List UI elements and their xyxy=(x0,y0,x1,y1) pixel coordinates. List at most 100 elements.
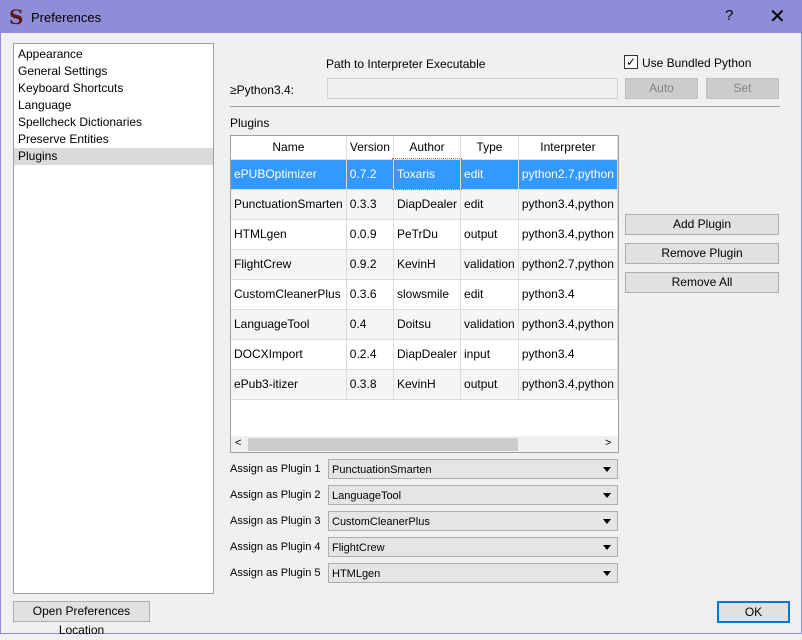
sidebar-item-language[interactable]: Language xyxy=(14,97,213,114)
add-plugin-button[interactable]: Add Plugin xyxy=(625,214,779,235)
chevron-down-icon xyxy=(603,571,611,576)
dropdown-value: FlightCrew xyxy=(332,542,385,554)
chevron-down-icon xyxy=(603,519,611,524)
cell-author: DiapDealer xyxy=(393,339,462,370)
cell-name: PunctuationSmarten xyxy=(231,189,347,220)
cell-type: input xyxy=(460,339,519,370)
use-bundled-python-checkbox[interactable]: ✓ xyxy=(624,55,638,69)
cell-version: 0.9.2 xyxy=(346,249,394,280)
assign-plugin-4-label: Assign as Plugin 4 xyxy=(230,541,321,553)
assign-plugin-2-dropdown[interactable]: LanguageTool xyxy=(328,485,618,505)
cell-interpreter: python3.4 xyxy=(518,339,618,370)
cell-name: LanguageTool xyxy=(231,309,347,340)
assign-plugin-1-label: Assign as Plugin 1 xyxy=(230,463,321,475)
remove-all-button[interactable]: Remove All xyxy=(625,272,779,293)
cell-interpreter: python2.7,python xyxy=(518,249,618,280)
cell-name: FlightCrew xyxy=(231,249,347,280)
cell-name: ePub3-itizer xyxy=(231,369,347,400)
table-row[interactable]: HTMLgen 0.0.9 PeTrDu output python3.4,python xyxy=(231,219,618,250)
auto-button[interactable]: Auto xyxy=(625,78,698,99)
column-header-author[interactable]: Author xyxy=(393,136,462,160)
column-header-name[interactable]: Name xyxy=(231,136,347,160)
cell-interpreter: python3.4,python xyxy=(518,219,618,250)
assign-plugin-1-dropdown[interactable]: PunctuationSmarten xyxy=(328,459,618,479)
plugins-table[interactable]: Name Version Author Type Interpreter ePUBOpt… xyxy=(230,135,619,453)
sidebar-item-preserve-entities[interactable]: Preserve Entities xyxy=(14,131,213,148)
scroll-right-icon[interactable]: > xyxy=(605,437,611,449)
plugins-label: Plugins xyxy=(230,116,270,130)
assign-plugin-2-label: Assign as Plugin 2 xyxy=(230,489,321,501)
ok-button[interactable]: OK xyxy=(717,601,790,623)
open-preferences-location-button[interactable]: Open Preferences Location xyxy=(13,601,150,637)
column-header-interpreter[interactable]: Interpreter xyxy=(518,136,618,160)
cell-version: 0.3.8 xyxy=(346,369,394,400)
divider xyxy=(230,106,780,107)
cell-interpreter: python2.7,python xyxy=(518,159,618,190)
use-bundled-python-label[interactable]: Use Bundled Python xyxy=(642,56,751,70)
sidebar-item-plugins[interactable]: Plugins xyxy=(14,148,213,165)
dropdown-value: PunctuationSmarten xyxy=(332,464,432,476)
cell-author: PeTrDu xyxy=(393,219,462,250)
scrollbar-thumb[interactable] xyxy=(248,438,518,451)
sidebar-item-keyboard-shortcuts[interactable]: Keyboard Shortcuts xyxy=(14,80,213,97)
help-button[interactable]: ? xyxy=(725,7,733,24)
python-version-label: ≥Python3.4: xyxy=(230,83,294,97)
horizontal-scrollbar[interactable]: < > xyxy=(231,436,618,452)
cell-name: HTMLgen xyxy=(231,219,347,250)
interpreter-path-input[interactable] xyxy=(327,78,618,99)
cell-version: 0.2.4 xyxy=(346,339,394,370)
title-bar xyxy=(1,1,802,33)
preferences-category-list[interactable]: Appearance General Settings Keyboard Short… xyxy=(13,43,214,594)
table-row[interactable]: ePub3-itizer 0.3.8 KevinH output python3.4,p… xyxy=(231,369,618,400)
path-label: Path to Interpreter Executable xyxy=(326,57,486,71)
sidebar-item-appearance[interactable]: Appearance xyxy=(14,46,213,63)
set-button[interactable]: Set xyxy=(706,78,779,99)
table-row[interactable]: PunctuationSmarten 0.3.3 DiapDealer edit pyt… xyxy=(231,189,618,220)
assign-plugin-5-label: Assign as Plugin 5 xyxy=(230,567,321,579)
cell-version: 0.0.9 xyxy=(346,219,394,250)
cell-type: edit xyxy=(460,279,519,310)
remove-plugin-button[interactable]: Remove Plugin xyxy=(625,243,779,264)
cell-author: DiapDealer xyxy=(393,189,462,220)
chevron-down-icon xyxy=(603,545,611,550)
cell-interpreter: python3.4 xyxy=(518,279,618,310)
sidebar-item-spellcheck-dictionaries[interactable]: Spellcheck Dictionaries xyxy=(14,114,213,131)
cell-interpreter: python3.4,python xyxy=(518,189,618,220)
assign-plugin-4-dropdown[interactable]: FlightCrew xyxy=(328,537,618,557)
cell-name: CustomCleanerPlus xyxy=(231,279,347,310)
assign-plugin-3-dropdown[interactable]: CustomCleanerPlus xyxy=(328,511,618,531)
cell-type: edit xyxy=(460,189,519,220)
cell-version: 0.4 xyxy=(346,309,394,340)
cell-name: ePUBOptimizer xyxy=(231,159,347,190)
column-header-version[interactable]: Version xyxy=(346,136,394,160)
cell-author: Doitsu xyxy=(393,309,462,340)
cell-interpreter: python3.4,python xyxy=(518,369,618,400)
table-row[interactable]: DOCXImport 0.2.4 DiapDealer input python3.4 xyxy=(231,339,618,370)
chevron-down-icon xyxy=(603,467,611,472)
table-row[interactable]: LanguageTool 0.4 Doitsu validation python3.4… xyxy=(231,309,618,340)
table-row[interactable]: CustomCleanerPlus 0.3.6 slowsmile edit pytho… xyxy=(231,279,618,310)
cell-author: KevinH xyxy=(393,249,462,280)
close-button[interactable]: ✕ xyxy=(769,4,786,29)
cell-version: 0.3.6 xyxy=(346,279,394,310)
assign-plugin-5-dropdown[interactable]: HTMLgen xyxy=(328,563,618,583)
window-title: Preferences xyxy=(31,10,102,25)
app-logo-icon: S xyxy=(9,5,24,29)
dropdown-value: LanguageTool xyxy=(332,490,402,502)
cell-type: output xyxy=(460,369,519,400)
scroll-left-icon[interactable]: < xyxy=(235,437,241,449)
sidebar-item-general-settings[interactable]: General Settings xyxy=(14,63,213,80)
table-row[interactable]: FlightCrew 0.9.2 KevinH validation python2.7… xyxy=(231,249,618,280)
cell-version: 0.7.2 xyxy=(346,159,394,190)
column-header-type[interactable]: Type xyxy=(460,136,519,160)
cell-type: output xyxy=(460,219,519,250)
cell-type: edit xyxy=(460,159,519,190)
cell-author: slowsmile xyxy=(393,279,462,310)
assign-plugin-3-label: Assign as Plugin 3 xyxy=(230,515,321,527)
cell-name: DOCXImport xyxy=(231,339,347,370)
cell-author: KevinH xyxy=(393,369,462,400)
cell-version: 0.3.3 xyxy=(346,189,394,220)
cell-interpreter: python3.4,python xyxy=(518,309,618,340)
table-row[interactable]: ePUBOptimizer 0.7.2 Toxaris edit python2.7,p… xyxy=(231,158,618,190)
chevron-down-icon xyxy=(603,493,611,498)
